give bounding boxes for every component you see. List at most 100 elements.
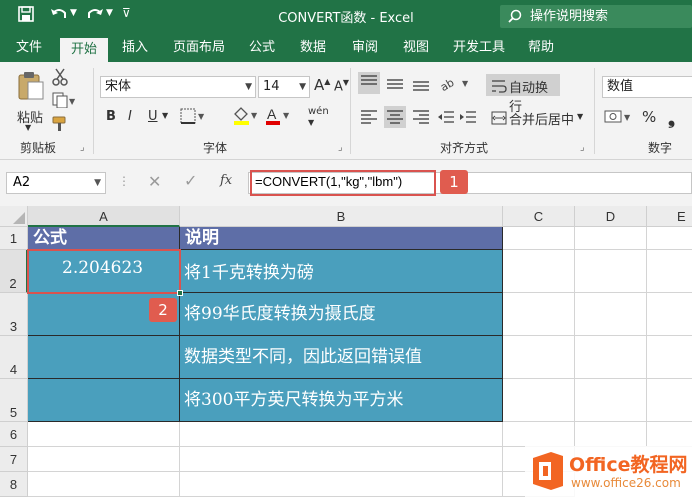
decrease-indent-icon[interactable]: [436, 106, 456, 132]
cell-empty[interactable]: [503, 379, 575, 422]
cell-empty[interactable]: [647, 379, 692, 422]
cell-empty[interactable]: [647, 227, 692, 250]
wrap-text-button[interactable]: 自动换行: [486, 74, 560, 115]
format-painter-icon[interactable]: [52, 116, 70, 136]
cell-a5[interactable]: [28, 379, 180, 422]
row-header-1[interactable]: 1: [0, 227, 28, 250]
bottom-align-icon[interactable]: [410, 72, 432, 98]
cell-empty[interactable]: [503, 227, 575, 250]
font-launcher-icon[interactable]: ⌟: [338, 142, 343, 153]
decrease-font-size-icon[interactable]: A▼: [334, 78, 349, 94]
cut-icon[interactable]: [52, 68, 68, 90]
column-header-b[interactable]: B: [180, 206, 503, 227]
copy-icon[interactable]: ▼: [52, 92, 76, 112]
italic-button[interactable]: I: [128, 109, 132, 124]
name-box[interactable]: A2 ▼: [6, 172, 106, 194]
borders-icon[interactable]: ▼: [180, 108, 206, 128]
font-size-value: 14: [263, 79, 280, 94]
cell-empty[interactable]: [180, 422, 503, 447]
number-format-combo[interactable]: 数值: [602, 76, 692, 98]
drag-handle-icon[interactable]: ⋮: [118, 174, 130, 188]
tab-home[interactable]: 开始: [60, 38, 108, 62]
cell-empty[interactable]: [575, 336, 647, 379]
cell-empty[interactable]: [575, 422, 647, 447]
tab-insert[interactable]: 插入: [112, 34, 158, 62]
align-left-icon[interactable]: [358, 106, 380, 132]
cell-empty[interactable]: [647, 293, 692, 336]
cell-empty[interactable]: [28, 472, 180, 497]
insert-function-button[interactable]: fx: [220, 173, 232, 188]
cell-empty[interactable]: [503, 293, 575, 336]
tab-help[interactable]: 帮助: [520, 34, 562, 62]
cell-empty[interactable]: [575, 379, 647, 422]
cell-b4[interactable]: 数据类型不同，因此返回错误值: [180, 336, 503, 379]
font-name-value: 宋体: [105, 79, 132, 94]
row-header-5[interactable]: 5: [0, 379, 28, 422]
selected-cell-highlight: [27, 249, 181, 294]
row-header-4[interactable]: 4: [0, 336, 28, 379]
orientation-icon[interactable]: ab ▼: [438, 72, 472, 98]
column-header-a[interactable]: A: [28, 206, 180, 227]
column-header-c[interactable]: C: [503, 206, 575, 227]
row-header-7[interactable]: 7: [0, 447, 28, 472]
tab-file[interactable]: 文件: [6, 34, 52, 62]
cell-empty[interactable]: [503, 422, 575, 447]
font-name-combo[interactable]: 宋体 ▼: [100, 76, 256, 98]
cell-empty[interactable]: [180, 447, 503, 472]
cell-a1[interactable]: 公式: [28, 227, 180, 250]
tab-data[interactable]: 数据: [292, 34, 334, 62]
cell-empty[interactable]: [575, 250, 647, 293]
clipboard-launcher-icon[interactable]: ⌟: [80, 142, 85, 153]
row-header-8[interactable]: 8: [0, 472, 28, 497]
font-size-combo[interactable]: 14 ▼: [258, 76, 310, 98]
cell-empty[interactable]: [575, 293, 647, 336]
tab-view[interactable]: 视图: [396, 34, 436, 62]
underline-dropdown-icon[interactable]: ▼: [162, 111, 168, 120]
cell-b2[interactable]: 将1千克转换为磅: [180, 250, 503, 293]
cell-b1[interactable]: 说明: [180, 227, 503, 250]
cell-b5[interactable]: 将300平方英尺转换为平方米: [180, 379, 503, 422]
tab-developer[interactable]: 开发工具: [446, 34, 512, 62]
merge-center-button[interactable]: 合并后居中 ▼: [486, 106, 588, 128]
cell-empty[interactable]: [28, 447, 180, 472]
column-header-e[interactable]: E: [647, 206, 692, 227]
middle-align-icon[interactable]: [384, 72, 406, 98]
fill-handle[interactable]: [177, 290, 183, 296]
tab-page-layout[interactable]: 页面布局: [166, 34, 232, 62]
cell-a4[interactable]: [28, 336, 180, 379]
enter-icon[interactable]: ✓: [184, 171, 197, 190]
cell-empty[interactable]: [503, 250, 575, 293]
row-header-2[interactable]: 2: [0, 250, 28, 293]
row-header-3[interactable]: 3: [0, 293, 28, 336]
paste-button[interactable]: 粘贴 ▼: [10, 68, 48, 132]
tell-me-search[interactable]: 操作说明搜索: [500, 5, 692, 28]
align-right-icon[interactable]: [410, 106, 432, 132]
tab-review[interactable]: 审阅: [344, 34, 386, 62]
cell-empty[interactable]: [28, 422, 180, 447]
underline-button[interactable]: U: [148, 109, 158, 124]
cell-empty[interactable]: [575, 227, 647, 250]
increase-font-size-icon[interactable]: A▲: [314, 76, 330, 94]
cell-empty[interactable]: [647, 422, 692, 447]
increase-indent-icon[interactable]: [458, 106, 478, 132]
cell-empty[interactable]: [647, 250, 692, 293]
cell-b3[interactable]: 将99华氏度转换为摄氏度: [180, 293, 503, 336]
cell-empty[interactable]: [647, 336, 692, 379]
cell-empty[interactable]: [503, 336, 575, 379]
accounting-format-icon[interactable]: ▼: [604, 108, 634, 130]
fill-color-icon[interactable]: ▼: [232, 106, 260, 130]
select-all-corner[interactable]: [0, 206, 28, 227]
alignment-launcher-icon[interactable]: ⌟: [580, 142, 585, 153]
column-header-d[interactable]: D: [575, 206, 647, 227]
comma-style-icon[interactable]: ❟: [668, 108, 675, 129]
percent-button[interactable]: %: [642, 108, 656, 126]
phonetic-guide-button[interactable]: wén ▼: [308, 106, 329, 128]
row-header-6[interactable]: 6: [0, 422, 28, 447]
font-color-icon[interactable]: A ▼: [264, 106, 292, 130]
bold-button[interactable]: B: [106, 109, 116, 124]
cell-empty[interactable]: [180, 472, 503, 497]
tab-formulas[interactable]: 公式: [242, 34, 282, 62]
cancel-icon[interactable]: ✕: [148, 172, 161, 191]
top-align-icon[interactable]: [358, 72, 380, 98]
align-center-icon[interactable]: [384, 106, 406, 132]
